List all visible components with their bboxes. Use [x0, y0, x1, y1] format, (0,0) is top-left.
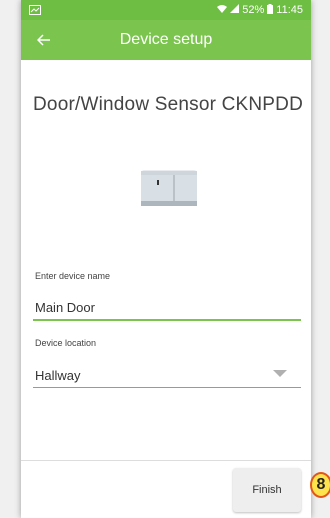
finish-button[interactable]: Finish [233, 468, 301, 512]
battery-icon [267, 3, 274, 17]
wifi-icon [217, 4, 228, 16]
device-location-label: Device location [35, 338, 97, 348]
door-window-sensor-image [141, 170, 197, 206]
clock: 11:45 [276, 4, 303, 16]
back-button[interactable] [33, 29, 55, 51]
device-name-label: Enter device name [35, 271, 111, 281]
device-location-select[interactable]: Hallway [33, 368, 301, 388]
battery-percent: 52% [242, 4, 265, 16]
status-bar: 52% 11:45 [21, 0, 311, 20]
step-number-badge: 8 [310, 472, 330, 498]
notification-icon [29, 5, 43, 15]
device-title: Door/Window Sensor CKNPDD [33, 94, 304, 115]
device-name-value: Main Door [35, 300, 95, 315]
device-name-field[interactable]: Main Door [33, 300, 301, 321]
device-name-underline [33, 319, 301, 321]
device-location-underline [33, 387, 301, 388]
page-title: Device setup [119, 31, 213, 48]
status-right: 52% 11:45 [217, 3, 303, 17]
phone-screen: 52% 11:45 Device setup Door/Window Senso… [21, 0, 311, 518]
arrow-left-icon [37, 34, 50, 46]
signal-icon [230, 4, 240, 16]
device-location-value: Hallway [35, 368, 81, 383]
app-bar: Device setup [21, 20, 311, 60]
footer-divider [21, 460, 311, 461]
dropdown-arrow-icon [273, 370, 287, 377]
